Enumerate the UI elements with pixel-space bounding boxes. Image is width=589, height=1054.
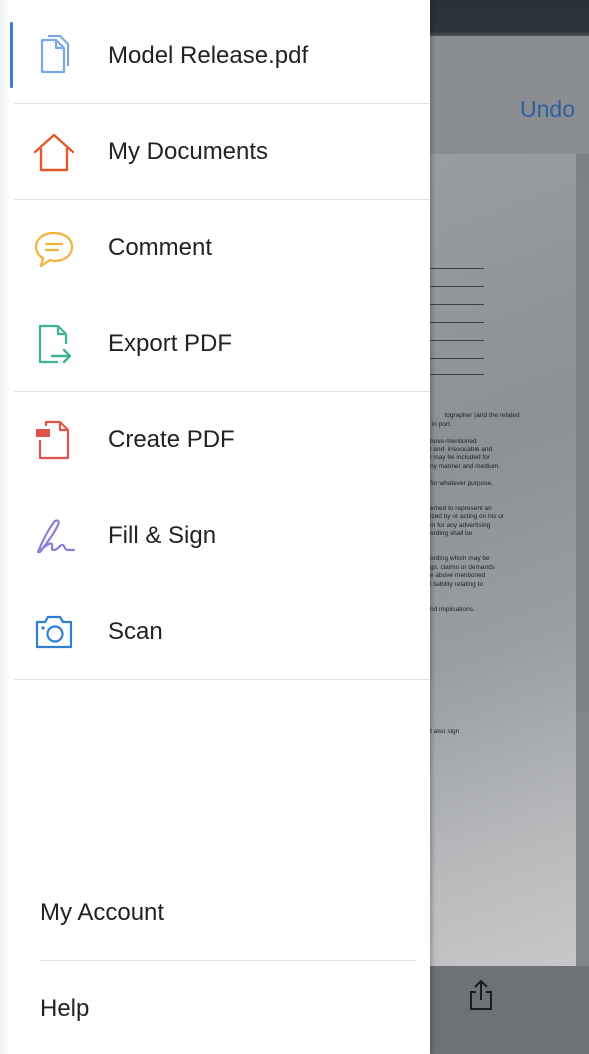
document-body-text-tail: t also sign	[430, 728, 460, 735]
navigation-drawer: Model Release.pdf My Documents Comment E…	[0, 0, 430, 1054]
doc-line: e above mentioned	[430, 572, 486, 580]
document-body-text: tographer (and the related in port. bove…	[430, 404, 520, 623]
menu-item-label: Scan	[108, 618, 163, 645]
doc-line: emed to represent an	[430, 504, 492, 512]
doc-line: gs, claims or demands	[430, 563, 496, 571]
menu-item-label: Comment	[108, 234, 213, 261]
divider	[14, 679, 430, 680]
menu-item-my-documents[interactable]: My Documents	[0, 104, 430, 200]
doc-line: bove-mentioned	[430, 437, 477, 445]
doc-line: m for any advertising	[430, 521, 491, 529]
form-line	[430, 304, 484, 305]
doc-line: ording which may be	[430, 555, 490, 563]
menu-item-fill-sign[interactable]: Fill & Sign	[0, 488, 430, 584]
document-page: tographer (and the related in port. bove…	[430, 154, 576, 966]
comment-icon	[34, 231, 74, 268]
document-view-background: Undo tographer (and the related in port.…	[430, 0, 589, 1054]
form-line	[430, 286, 484, 287]
divider	[40, 960, 416, 961]
undo-button[interactable]: Undo	[520, 96, 575, 123]
home-icon	[33, 133, 75, 172]
menu-item-label: Create PDF	[108, 426, 235, 453]
menu-item-model-release[interactable]: Model Release.pdf	[0, 8, 430, 104]
menu-item-label: Model Release.pdf	[108, 42, 309, 69]
doc-line: l liability relating to	[430, 580, 484, 588]
help-link[interactable]: Help	[40, 995, 89, 1023]
menu-item-comment[interactable]: Comment	[0, 200, 430, 296]
my-account-link[interactable]: My Account	[40, 899, 164, 927]
doc-line: nd implications.	[430, 605, 475, 613]
doc-line: ording shall be	[430, 530, 473, 538]
form-line	[430, 322, 484, 323]
menu-item-create-pdf[interactable]: Create PDF	[0, 392, 430, 488]
create-pdf-icon	[36, 420, 70, 460]
menu-item-export-pdf[interactable]: Export PDF	[0, 296, 430, 392]
doc-line: l and irrevocable and	[430, 446, 493, 454]
export-pdf-icon	[38, 324, 72, 364]
screen: Undo tographer (and the related in port.…	[0, 0, 589, 1054]
camera-icon	[35, 615, 73, 649]
menu-item-label: My Documents	[108, 138, 269, 165]
share-icon[interactable]	[466, 978, 496, 1012]
doc-line: l may be included for	[430, 454, 490, 462]
menu-item-label: Export PDF	[108, 330, 233, 357]
form-line	[430, 358, 484, 359]
form-line	[430, 340, 484, 341]
fill-sign-icon	[36, 519, 76, 554]
doc-line: ized by or acting on his or	[430, 513, 505, 521]
doc-line: in port.	[430, 420, 452, 428]
menu-item-scan[interactable]: Scan	[0, 584, 430, 680]
doc-line: for whatever purpose,	[430, 479, 493, 487]
document-bottom-toolbar	[430, 966, 589, 1054]
menu-item-label: Fill & Sign	[108, 522, 217, 549]
form-line	[430, 374, 484, 375]
doc-line: ny manner and medium.	[430, 462, 501, 470]
form-line	[430, 268, 484, 269]
document-icon	[40, 34, 70, 74]
doc-line: tographer (and the related	[444, 412, 520, 420]
